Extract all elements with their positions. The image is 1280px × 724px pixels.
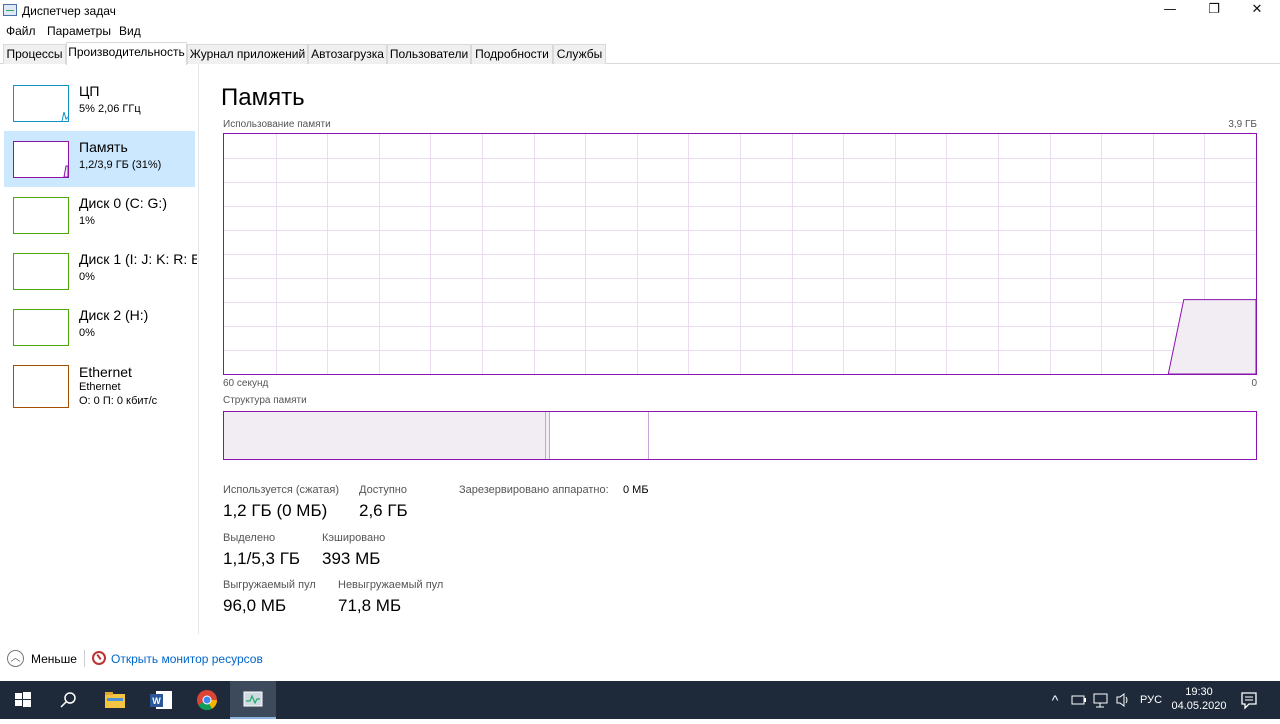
memory-usage-area [1167,299,1256,374]
footer-divider [84,650,85,667]
close-button[interactable]: ✕ [1237,0,1277,20]
notifications-icon[interactable] [1234,681,1264,719]
task-manager-icon [3,4,17,16]
nonpaged-pool-value: 71,8 МБ [338,596,402,615]
committed-label: Выделено [223,532,276,544]
window-title: Диспетчер задач [22,4,116,18]
sidebar-item-disk-2[interactable]: Диск 2 (H:) 0% [4,299,195,355]
volume-icon[interactable] [1114,681,1132,719]
composition-in-use [224,412,546,459]
composition-standby [550,412,649,459]
page-title: Память [221,84,305,111]
fewer-details-button[interactable]: Меньше [31,652,77,666]
hardware-reserved-value: 0 МБ [623,484,649,496]
open-resource-monitor-link[interactable]: Открыть монитор ресурсов [111,652,263,666]
sidebar-item-label: Ethernet [79,364,132,380]
sidebar-item-value: 0% [79,327,95,339]
menu-file[interactable]: Файл [6,24,36,38]
memory-composition-bar [223,411,1257,460]
footer-bar: ︿ Меньше Открыть монитор ресурсов [0,644,1280,674]
sidebar-item-value: 1% [79,215,95,227]
sidebar-item-label: Диск 1 (I: J: K: R: E:) [79,251,197,267]
usage-graph-label: Использование памяти [223,119,331,130]
svg-text:W: W [152,696,161,706]
file-explorer-icon[interactable] [92,681,138,719]
hardware-reserved-label: Зарезервировано аппаратно: [459,484,609,496]
graph-time-left: 60 секунд [223,378,269,389]
sidebar-item-memory[interactable]: Память 1,2/3,9 ГБ (31%) [4,131,195,187]
word-icon[interactable]: W [138,681,184,719]
chevron-up-icon[interactable]: ︿ [7,650,24,667]
cpu-thumbnail-graph [13,85,69,122]
sidebar-item-ethernet[interactable]: Ethernet Ethernet О: 0 П: 0 кбит/с [4,355,195,415]
sidebar-item-label: Диск 0 (C: G:) [79,195,167,211]
sidebar-item-label: Память [79,139,128,155]
composition-label: Структура памяти [223,395,307,406]
tab-processes[interactable]: Процессы [3,44,66,64]
disk-thumbnail-graph [13,253,69,290]
menu-options[interactable]: Параметры [47,24,111,38]
sidebar-item-adapter: Ethernet [79,381,121,393]
menu-view[interactable]: Вид [119,24,141,38]
composition-free [649,412,1256,459]
disk-thumbnail-graph [13,309,69,346]
tab-strip: Процессы Производительность Журнал прило… [0,42,1280,65]
sidebar-item-label: Диск 2 (H:) [79,307,149,323]
task-manager-icon[interactable] [230,681,276,719]
nonpaged-pool-label: Невыгружаемый пул [338,579,444,591]
clock-time: 19:30 [1185,686,1213,698]
sidebar-item-value: О: 0 П: 0 кбит/с [79,395,158,407]
sidebar-item-value: 1,2/3,9 ГБ (31%) [79,159,162,171]
tab-details[interactable]: Подробности [471,44,553,64]
memory-thumbnail-graph [13,141,69,178]
usage-graph-max: 3,9 ГБ [1228,119,1257,130]
tab-performance[interactable]: Производительность [66,42,187,65]
cached-value: 393 МБ [322,549,381,568]
sidebar-item-disk-1[interactable]: Диск 1 (I: J: K: R: E:) 0% [4,243,197,299]
paged-pool-label: Выгружаемый пул [223,579,316,591]
sidebar-item-cpu[interactable]: ЦП 5% 2,06 ГГц [4,75,195,131]
battery-icon[interactable] [1070,681,1088,719]
in-use-label: Используется (сжатая) [223,484,340,496]
title-bar: Диспетчер задач — ❐ ✕ [0,0,1280,22]
available-label: Доступно [359,484,408,496]
tab-services[interactable]: Службы [553,44,606,64]
available-value: 2,6 ГБ [359,501,408,520]
language-indicator[interactable]: РУС [1136,681,1166,719]
tab-users[interactable]: Пользователи [387,44,471,64]
sidebar-item-value: 5% 2,06 ГГц [79,103,141,115]
cached-label: Кэшировано [322,532,386,544]
chrome-icon[interactable] [184,681,230,719]
paged-pool-value: 96,0 МБ [223,596,287,615]
tab-app-history[interactable]: Журнал приложений [187,44,308,64]
clock[interactable]: 19:30 04.05.2020 [1168,681,1230,719]
ethernet-thumbnail-graph [13,365,69,408]
taskbar: W ^ РУС 19:30 04.05.2020 [0,681,1280,719]
search-icon[interactable] [46,681,92,719]
tab-startup[interactable]: Автозагрузка [308,44,387,64]
graph-time-right: 0 [1251,378,1257,389]
network-icon[interactable] [1092,681,1110,719]
sidebar-item-label: ЦП [79,83,100,99]
committed-value: 1,1/5,3 ГБ [223,549,301,568]
memory-usage-graph [223,133,1257,375]
in-use-value: 1,2 ГБ (0 МБ) [223,501,328,520]
resource-sidebar: ЦП 5% 2,06 ГГц Память 1,2/3,9 ГБ (31%) Д… [0,64,199,634]
resource-monitor-icon [92,651,106,665]
minimize-button[interactable]: — [1150,0,1190,20]
memory-usage-plot [224,134,1256,374]
windows-start-icon[interactable] [0,681,46,719]
sidebar-item-value: 0% [79,271,95,283]
sidebar-item-disk-0[interactable]: Диск 0 (C: G:) 1% [4,187,195,243]
disk-thumbnail-graph [13,197,69,234]
chevron-up-icon[interactable]: ^ [1046,681,1064,719]
maximize-button[interactable]: ❐ [1194,0,1234,20]
clock-date: 04.05.2020 [1171,700,1227,712]
